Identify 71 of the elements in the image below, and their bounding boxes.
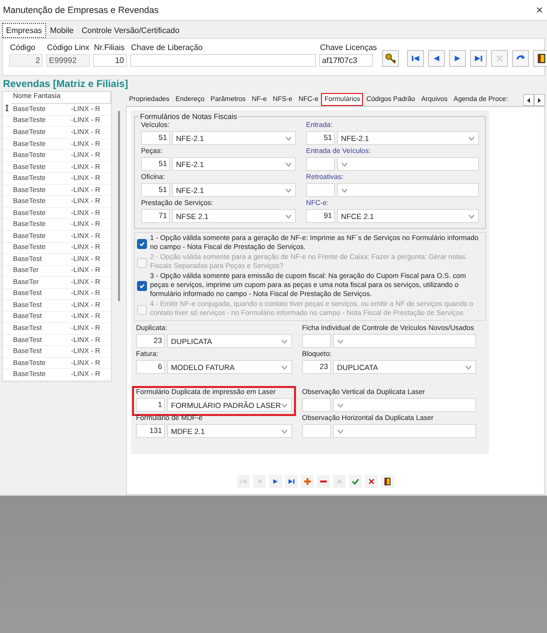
left-triangle-icon xyxy=(526,98,531,102)
code-field[interactable] xyxy=(306,157,336,171)
chevron-down-icon xyxy=(285,162,292,166)
previous-icon xyxy=(255,477,264,486)
first-record-icon xyxy=(239,477,248,486)
plus-icon xyxy=(303,477,312,486)
next-button[interactable] xyxy=(448,50,466,67)
first-record-icon xyxy=(410,53,421,64)
code-field[interactable] xyxy=(306,183,336,197)
tab[interactable]: Empresas xyxy=(2,23,46,38)
up-triangle-icon xyxy=(335,477,344,486)
minus-button[interactable] xyxy=(317,475,330,488)
chevron-down-icon xyxy=(337,338,344,344)
door-button[interactable] xyxy=(532,50,547,67)
field-label: Nr.Filiais xyxy=(93,43,126,52)
checkmark-icon xyxy=(351,477,360,486)
key-button[interactable] xyxy=(382,50,399,67)
input-field[interactable]: af17f07c3 xyxy=(319,54,373,67)
door-icon xyxy=(536,53,547,64)
last-record-icon xyxy=(472,53,484,64)
cancel-button[interactable] xyxy=(365,475,378,488)
last-record-button[interactable] xyxy=(285,475,298,488)
field-label: Chave de Liberação xyxy=(130,43,204,52)
field-label: Código Linx xyxy=(46,43,90,52)
section-title: Revendas [Matriz e Filiais] xyxy=(2,78,130,91)
field-label: Código xyxy=(9,43,36,52)
chevron-down-icon xyxy=(468,136,475,140)
chevron-down-icon xyxy=(337,402,344,408)
right-triangle-icon xyxy=(537,98,542,102)
door-icon xyxy=(383,477,392,486)
chevron-down-icon xyxy=(465,364,472,370)
checkmark-icon xyxy=(139,283,145,290)
cancel-icon xyxy=(367,477,376,486)
tab[interactable]: Controle Versão/Certificado xyxy=(78,23,184,38)
input-field[interactable] xyxy=(130,54,316,67)
plus-button[interactable] xyxy=(301,475,314,488)
chevron-down-icon xyxy=(281,402,288,408)
scroll-left-button[interactable] xyxy=(523,94,534,106)
cancel-icon xyxy=(494,53,505,64)
tab[interactable]: Mobile xyxy=(46,23,78,38)
code-field[interactable] xyxy=(302,398,331,412)
chevron-down-icon xyxy=(341,162,348,166)
refresh-button[interactable] xyxy=(512,50,529,67)
chevron-down-icon xyxy=(337,428,344,434)
field-label: Chave Licenças xyxy=(319,43,377,52)
chevron-down-icon xyxy=(285,214,292,218)
code-field[interactable] xyxy=(302,424,331,438)
chevron-down-icon xyxy=(468,214,475,218)
chevron-down-icon xyxy=(281,364,288,370)
last-record-button[interactable] xyxy=(470,50,487,67)
checkmark-icon xyxy=(139,240,145,247)
chevron-down-icon xyxy=(281,338,288,344)
chevron-down-icon xyxy=(285,136,292,140)
first-record-button[interactable] xyxy=(406,50,424,67)
chevron-down-icon xyxy=(285,188,292,192)
checkmark-button[interactable] xyxy=(349,475,362,488)
window-title: Manutenção de Empresas e Revendas xyxy=(3,5,159,15)
checkbox[interactable] xyxy=(137,238,147,249)
next-button[interactable] xyxy=(269,475,282,488)
previous-button[interactable] xyxy=(428,50,445,67)
chevron-down-icon xyxy=(341,188,348,192)
checkbox[interactable] xyxy=(137,281,147,292)
code-field[interactable] xyxy=(302,334,331,348)
last-record-icon xyxy=(287,477,296,486)
door-button[interactable] xyxy=(381,475,394,488)
scroll-right-button[interactable] xyxy=(534,94,545,106)
key-icon xyxy=(384,53,396,64)
close-button[interactable]: × xyxy=(536,3,543,17)
next-icon xyxy=(271,477,280,486)
chevron-down-icon xyxy=(281,428,288,434)
input-field[interactable]: 10 xyxy=(93,54,127,67)
